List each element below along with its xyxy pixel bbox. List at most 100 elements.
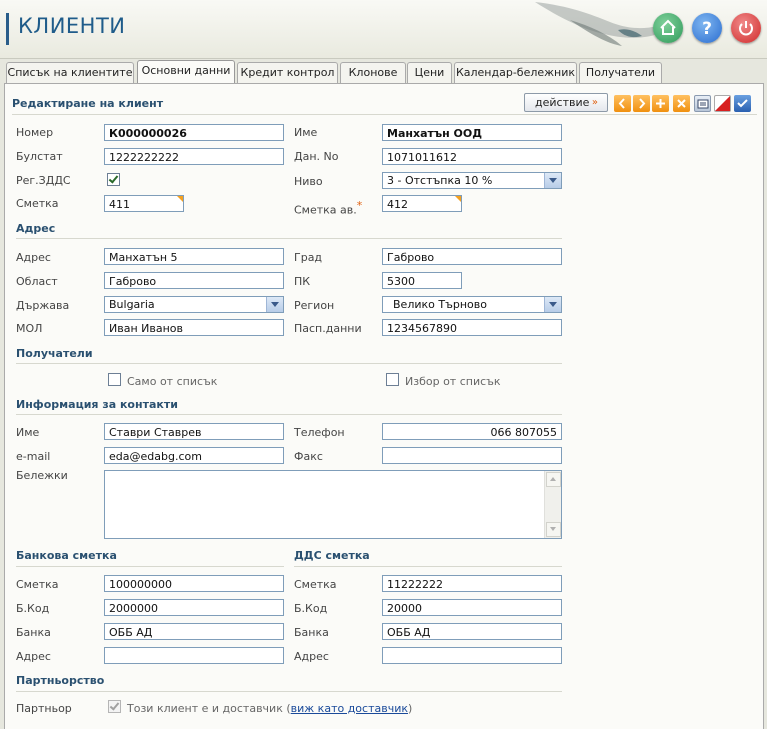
tab-recipients[interactable]: Получатели: [579, 62, 662, 83]
contact-name-label: Име: [16, 426, 40, 439]
level-select[interactable]: 3 - Отстъпка 10 %: [382, 172, 562, 189]
view-as-supplier-link[interactable]: виж като доставчик: [291, 702, 408, 715]
country-value: Bulgaria: [109, 298, 155, 311]
partnership-heading: Партньорство: [16, 674, 105, 687]
email-field[interactable]: eda@edabg.com: [104, 447, 284, 464]
fax-field[interactable]: [382, 447, 562, 464]
name-label: Име: [294, 126, 318, 139]
power-icon: [739, 21, 753, 36]
home-icon: [660, 19, 676, 35]
bank-account-label: Сметка: [16, 578, 59, 591]
bank-account-field[interactable]: 100000000: [104, 575, 284, 592]
choose-from-list-checkbox[interactable]: [386, 373, 399, 386]
help-button[interactable]: ?: [692, 13, 722, 43]
postcode-field[interactable]: 5300: [382, 272, 462, 289]
tab-branches[interactable]: Клонове: [340, 62, 406, 83]
choose-from-list-label: Избор от списък: [405, 375, 501, 388]
divider: [16, 691, 562, 692]
print-button[interactable]: [694, 95, 711, 112]
cancel-icon: [715, 96, 730, 111]
required-marker: *: [356, 199, 363, 212]
passport-field[interactable]: 1234567890: [382, 319, 562, 336]
add-icon: [656, 99, 665, 108]
name-field[interactable]: Манхатън ООД: [382, 124, 562, 141]
vat-checkbox[interactable]: [107, 173, 120, 186]
chevron-down-icon: [544, 173, 561, 188]
confirm-icon: [737, 99, 748, 108]
mol-field[interactable]: Иван Иванов: [104, 319, 284, 336]
partner-label: Партньор: [16, 702, 72, 715]
vat-bank-field[interactable]: ОББ АД: [382, 623, 562, 640]
phone-label: Телефон: [294, 426, 345, 439]
bank-heading: Банкова сметка: [16, 549, 117, 562]
supplier-checkbox: [108, 700, 121, 713]
delete-icon: [677, 99, 686, 108]
advance-account-label: Сметка ав.*: [294, 199, 362, 217]
bank-address-label: Адрес: [16, 650, 51, 663]
region-value: Велико Търново: [393, 298, 487, 311]
postcode-label: ПК: [294, 275, 311, 288]
action-button[interactable]: действие »: [524, 93, 608, 112]
advance-account-field[interactable]: 412: [382, 195, 462, 212]
bulstat-field[interactable]: 1222222222: [104, 148, 284, 165]
prev-icon: [618, 98, 625, 109]
city-label: Град: [294, 251, 323, 264]
district-label: Област: [16, 275, 58, 288]
contact-heading: Информация за контакти: [16, 398, 178, 411]
level-value: 3 - Отстъпка 10 %: [387, 174, 493, 187]
region-select[interactable]: Велико Търново: [382, 296, 562, 313]
add-button[interactable]: [652, 95, 669, 112]
only-from-list-label: Само от списък: [127, 375, 218, 388]
next-button[interactable]: [633, 95, 650, 112]
prev-button[interactable]: [614, 95, 631, 112]
number-label: Номер: [16, 126, 54, 139]
bank-address-field[interactable]: [104, 647, 284, 664]
scroll-down-icon[interactable]: [546, 522, 561, 537]
notes-scrollbar[interactable]: [544, 471, 561, 538]
bird-logo-icon: [535, 2, 658, 46]
tab-client-list[interactable]: Списък на клиентите: [6, 62, 134, 83]
country-select[interactable]: Bulgaria: [104, 296, 284, 313]
country-label: Държава: [16, 299, 70, 312]
bank-name-field[interactable]: ОББ АД: [104, 623, 284, 640]
district-field[interactable]: Габрово: [104, 272, 284, 289]
cancel-button[interactable]: [714, 95, 731, 112]
bank-name-label: Банка: [16, 626, 51, 639]
vat-account-heading: ДДС сметка: [294, 549, 370, 562]
tab-calendar[interactable]: Календар-бележник: [454, 62, 577, 83]
address-heading: Адрес: [16, 222, 56, 235]
vat-code-field[interactable]: 20000: [382, 599, 562, 616]
divider: [12, 114, 757, 115]
contact-name-field[interactable]: Ставри Ставрев: [104, 423, 284, 440]
scroll-up-icon[interactable]: [546, 472, 561, 487]
only-from-list-checkbox[interactable]: [108, 373, 121, 386]
mol-label: МОЛ: [16, 322, 43, 335]
tax-no-field[interactable]: 1071011612: [382, 148, 562, 165]
svg-text:?: ?: [702, 19, 712, 39]
tab-basic-data[interactable]: Основни данни: [137, 60, 235, 84]
chevron-right-icon: »: [591, 97, 598, 108]
phone-field[interactable]: 066 807055: [382, 423, 562, 440]
account-field[interactable]: 411: [104, 195, 184, 212]
tax-no-label: Дан. No: [294, 150, 339, 163]
app-header: КЛИЕНТИ ?: [0, 0, 767, 59]
vat-address-field[interactable]: [382, 647, 562, 664]
confirm-button[interactable]: [734, 95, 751, 112]
vat-bank-label: Банка: [294, 626, 329, 639]
delete-button[interactable]: [673, 95, 690, 112]
notes-textarea[interactable]: [104, 470, 562, 539]
power-button[interactable]: [731, 13, 761, 43]
passport-label: Пасп.данни: [294, 322, 362, 335]
chevron-down-icon: [544, 297, 561, 312]
vat-label: Рег.ЗДДС: [16, 174, 71, 187]
city-field[interactable]: Габрово: [382, 248, 562, 265]
tab-credit-control[interactable]: Кредит контрол: [237, 62, 338, 83]
home-button[interactable]: [653, 13, 683, 43]
region-label: Регион: [294, 299, 335, 312]
address-field[interactable]: Манхатън 5: [104, 248, 284, 265]
divider: [16, 414, 562, 415]
number-field[interactable]: К000000026: [104, 124, 284, 141]
vat-account-field[interactable]: 11222222: [382, 575, 562, 592]
tab-prices[interactable]: Цени: [407, 62, 452, 83]
bank-code-field[interactable]: 2000000: [104, 599, 284, 616]
